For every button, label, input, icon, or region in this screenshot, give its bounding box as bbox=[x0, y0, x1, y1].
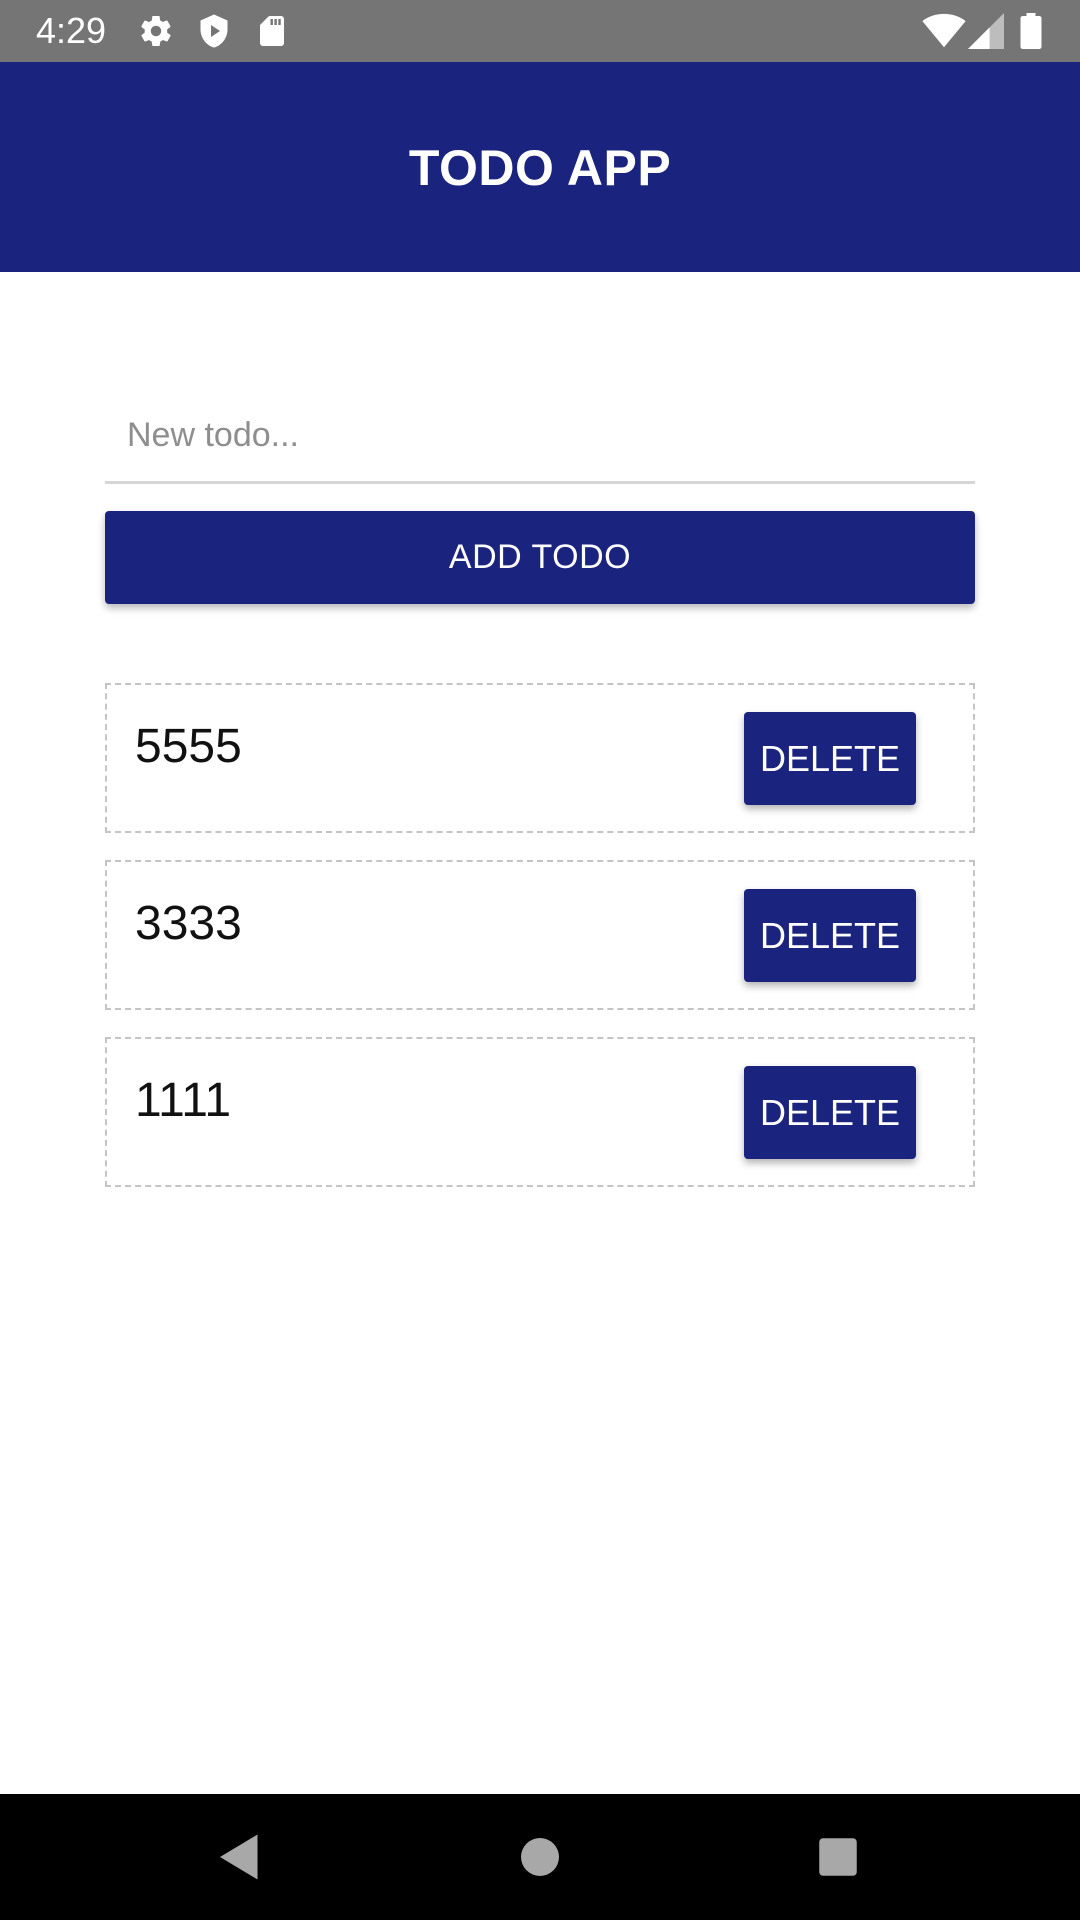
status-bar: 4:29 bbox=[0, 0, 1080, 62]
delete-todo-button[interactable]: DELETE bbox=[744, 1066, 916, 1159]
navigation-bar bbox=[0, 1794, 1080, 1920]
delete-todo-button[interactable]: DELETE bbox=[744, 712, 916, 805]
todo-list: 5555 DELETE 3333 DELETE 1111 DELETE bbox=[105, 683, 975, 1214]
add-todo-button[interactable]: ADD TODO bbox=[105, 511, 975, 604]
delete-todo-button[interactable]: DELETE bbox=[744, 889, 916, 982]
shield-play-icon bbox=[200, 14, 228, 48]
battery-icon bbox=[1020, 13, 1042, 49]
wifi-icon bbox=[922, 13, 966, 48]
status-time: 4:29 bbox=[36, 10, 107, 51]
todo-item: 1111 DELETE bbox=[105, 1037, 975, 1187]
gear-icon bbox=[141, 16, 171, 47]
back-icon[interactable] bbox=[210, 1827, 270, 1887]
new-todo-input[interactable] bbox=[105, 390, 975, 480]
app-bar: TODO APP bbox=[0, 62, 1080, 272]
todo-item: 3333 DELETE bbox=[105, 860, 975, 1010]
todo-text: 3333 bbox=[135, 897, 242, 950]
todo-item: 5555 DELETE bbox=[105, 683, 975, 833]
home-icon[interactable] bbox=[510, 1827, 570, 1887]
sd-card-icon bbox=[260, 16, 284, 46]
todo-text: 1111 bbox=[135, 1074, 232, 1127]
app-title: TODO APP bbox=[408, 139, 672, 196]
recents-icon[interactable] bbox=[808, 1827, 868, 1887]
todo-text: 5555 bbox=[135, 720, 242, 773]
cell-signal-icon bbox=[968, 13, 1004, 49]
new-todo-field-container bbox=[105, 390, 975, 484]
